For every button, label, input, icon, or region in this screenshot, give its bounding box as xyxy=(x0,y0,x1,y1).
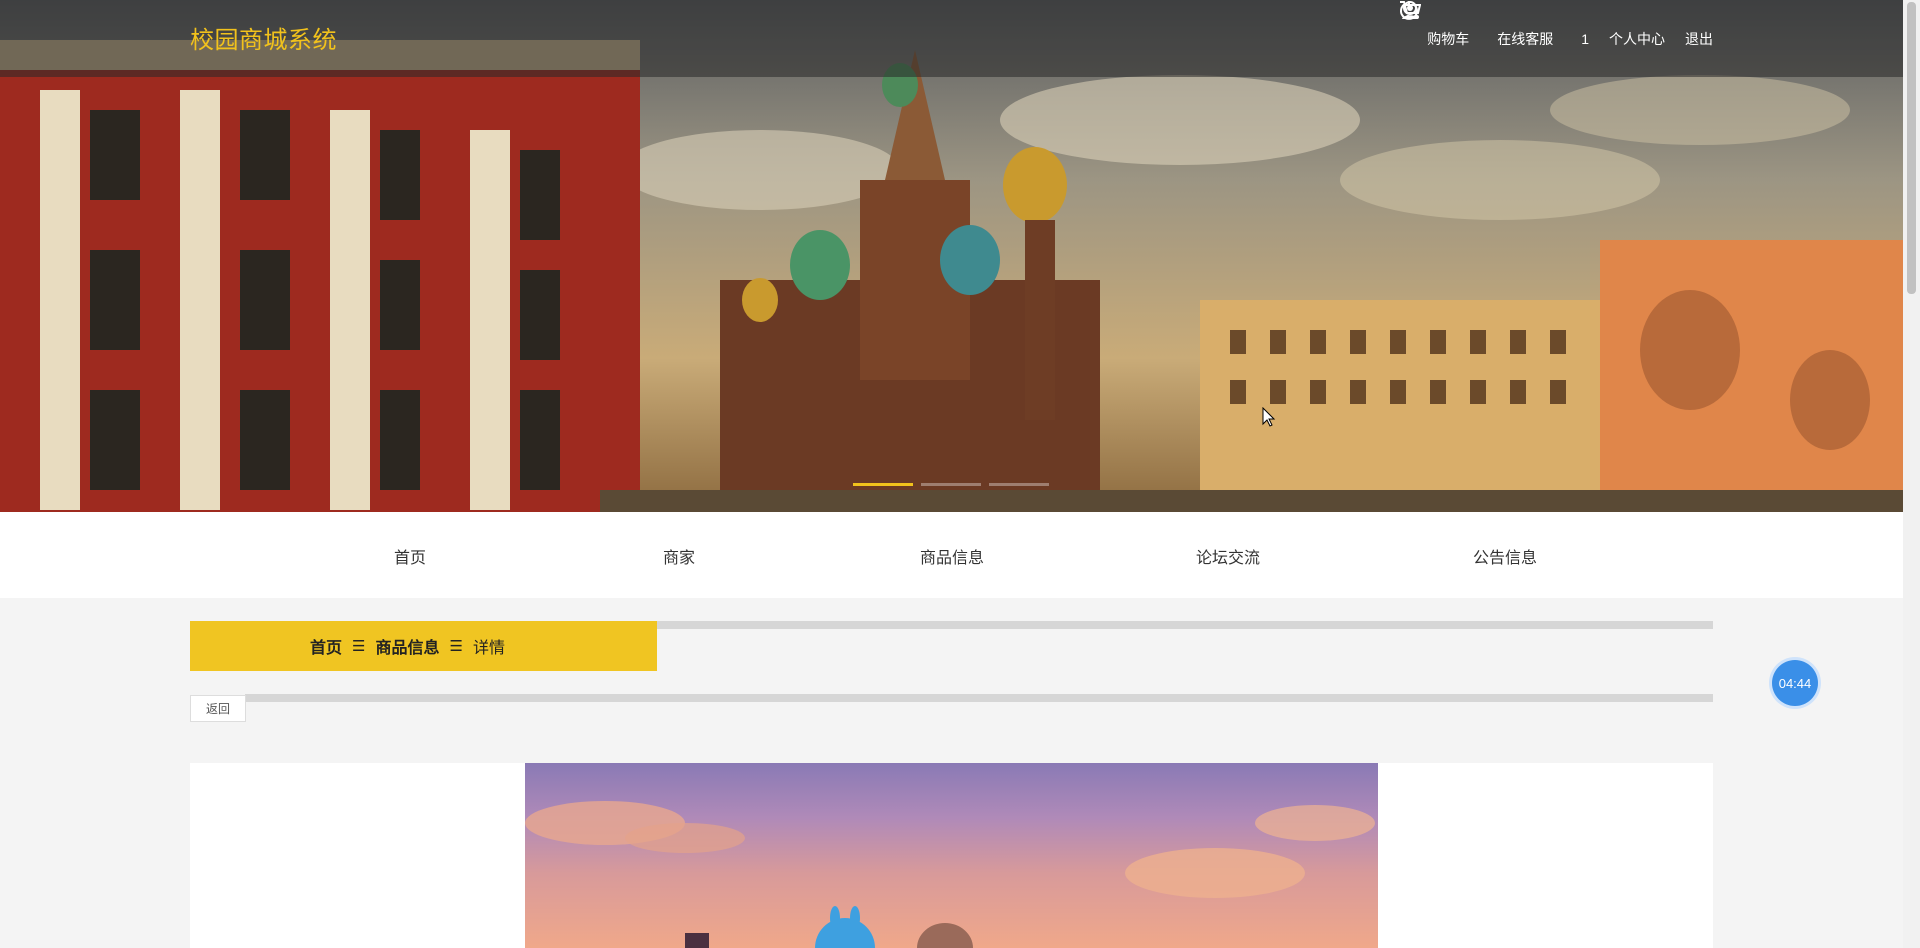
menu-item-home[interactable]: 首页 xyxy=(394,544,426,568)
carousel-dot[interactable] xyxy=(853,483,913,486)
scrollbar-thumb[interactable] xyxy=(1907,2,1916,294)
personal-center-label: 个人中心 xyxy=(1609,30,1665,47)
breadcrumb: 首页 ☰ 商品信息 ☰ 详情 xyxy=(190,621,657,671)
mouse-cursor-icon xyxy=(1262,407,1276,427)
carousel-dot[interactable] xyxy=(921,483,981,486)
username-link[interactable]: 1 xyxy=(1581,31,1589,47)
breadcrumb-section[interactable]: 商品信息 xyxy=(375,634,439,658)
carousel-indicators xyxy=(853,483,1049,486)
page-scrollbar[interactable] xyxy=(1903,0,1920,948)
carousel-dot[interactable] xyxy=(989,483,1049,486)
back-button[interactable]: 返回 xyxy=(190,695,246,722)
breadcrumb-separator: ☰ xyxy=(449,638,463,655)
username-label: 1 xyxy=(1581,30,1589,47)
breadcrumb-current: 详情 xyxy=(472,640,505,657)
back-divider xyxy=(245,694,1713,702)
cart-link[interactable]: 购物车 xyxy=(1400,1,1470,49)
menu-item-notice[interactable]: 公告信息 xyxy=(1473,544,1537,568)
breadcrumb-home[interactable]: 首页 xyxy=(310,634,342,658)
product-image xyxy=(525,763,1378,948)
hero-banner: 校园商城系统 购物车 在线客服 1 个人中心 退出 xyxy=(0,0,1903,512)
cart-label: 购物车 xyxy=(1427,30,1470,47)
site-logo[interactable]: 校园商城系统 xyxy=(190,20,337,55)
logout-label: 退出 xyxy=(1685,30,1713,47)
menu-item-products[interactable]: 商品信息 xyxy=(920,544,984,568)
product-image-art xyxy=(525,801,1375,948)
top-bar: 校园商城系统 购物车 在线客服 1 个人中心 退出 xyxy=(0,0,1903,77)
countdown-timer[interactable]: 04:44 xyxy=(1772,660,1818,706)
online-service-link[interactable]: 在线客服 xyxy=(1402,1,1554,49)
online-service-label: 在线客服 xyxy=(1497,30,1554,47)
personal-center-link[interactable]: 个人中心 xyxy=(1609,29,1665,49)
menu-item-forum[interactable]: 论坛交流 xyxy=(1196,544,1260,568)
menu-item-merchant[interactable]: 商家 xyxy=(663,544,695,568)
power-icon xyxy=(1400,1,1419,20)
logout-link[interactable]: 退出 xyxy=(1400,1,1713,49)
main-menu: 首页 商家 商品信息 论坛交流 公告信息 xyxy=(0,512,1903,598)
breadcrumb-separator: ☰ xyxy=(352,638,366,655)
